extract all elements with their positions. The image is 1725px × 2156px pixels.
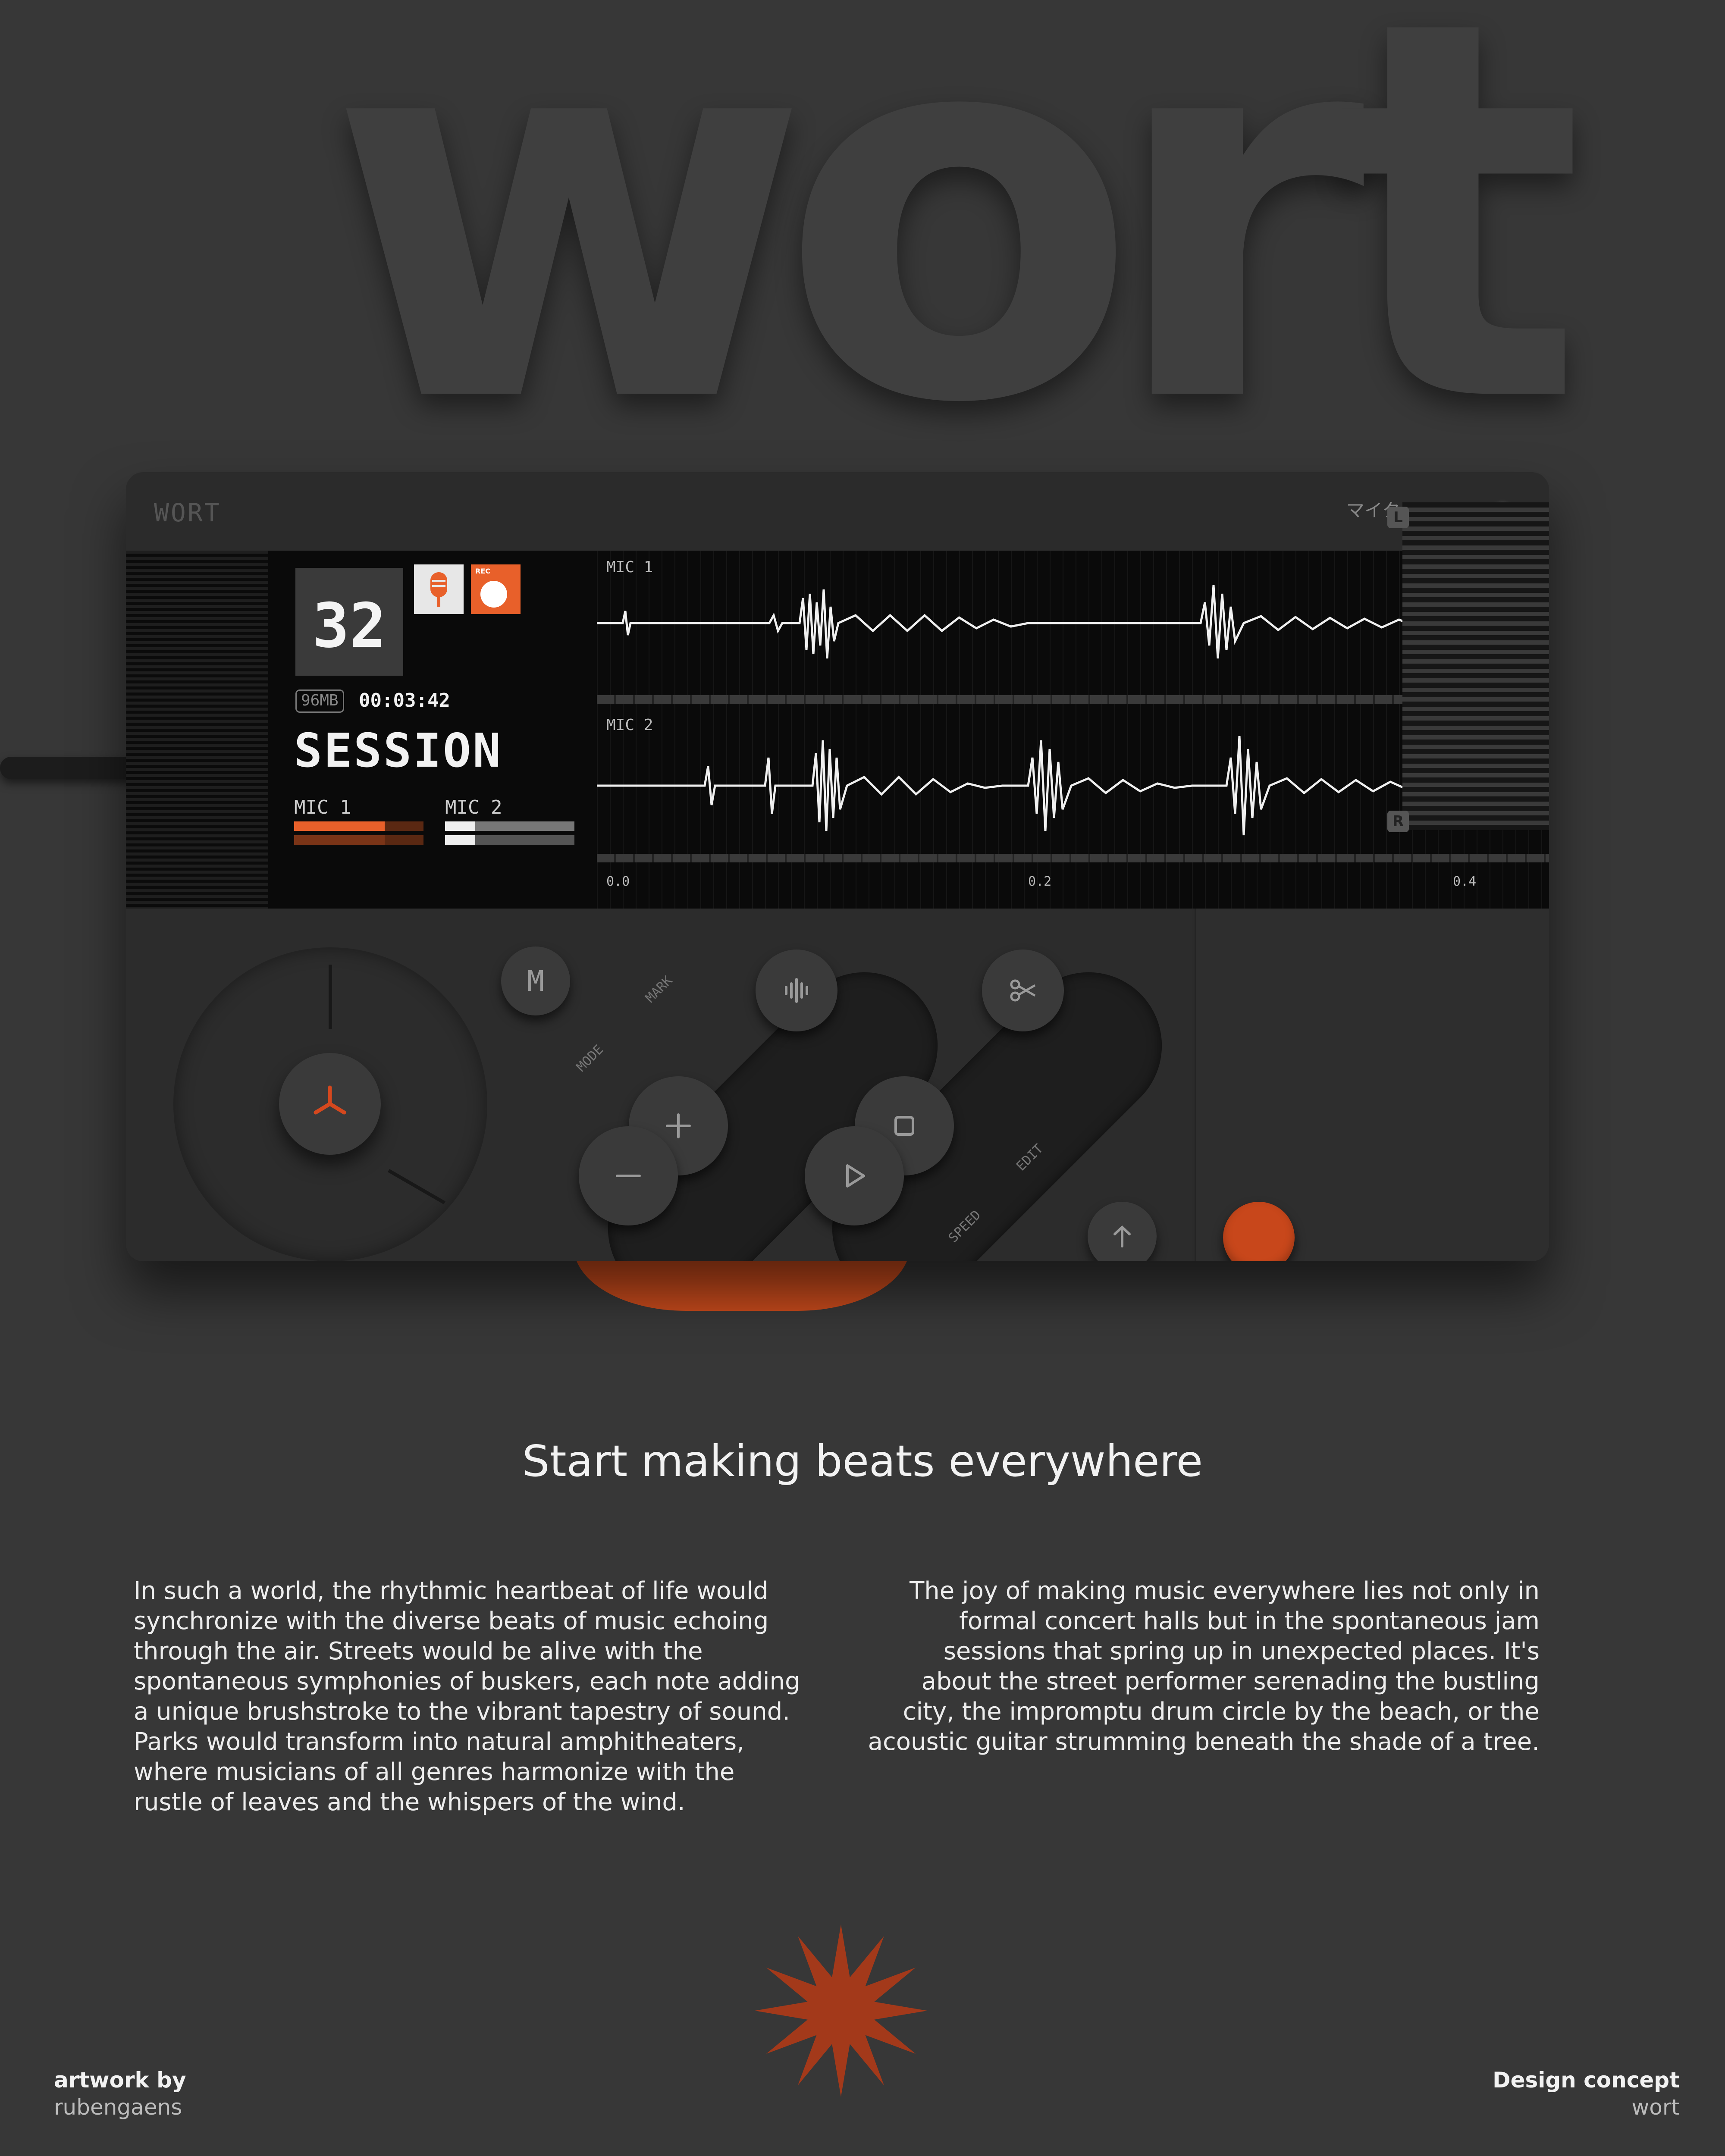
- headline: Start making beats everywhere: [522, 1436, 1203, 1486]
- mode-label: MODE: [574, 1042, 607, 1075]
- control-panel: M MODE MARK SPEED EDIT: [126, 909, 1192, 1261]
- cut-button[interactable]: [982, 950, 1064, 1031]
- usb-cable: [0, 757, 142, 779]
- mic-gain-slider[interactable]: L R: [1346, 489, 1549, 839]
- concept-name: wort: [1631, 2095, 1680, 2120]
- wort-device: WORT 32 REC 96MB 00:03:42 SESSION MIC 1 …: [126, 472, 1549, 1261]
- mic1-level-label: MIC 1: [294, 796, 351, 818]
- timeline-mark: 0.2: [1028, 874, 1052, 889]
- paragraph-left: In such a world, the rhythmic heartbeat …: [134, 1577, 800, 1816]
- mic-panel: [1195, 909, 1549, 1261]
- minus-button[interactable]: [579, 1126, 678, 1225]
- waveform-icon: [785, 978, 808, 1003]
- concept-label: Design concept: [1493, 2068, 1680, 2093]
- elapsed-time: 00:03:42: [359, 689, 450, 711]
- credit-name: rubengaens: [54, 2095, 182, 2120]
- session-title: SESSION: [294, 724, 503, 778]
- mic1-level-meter: [294, 821, 423, 831]
- slider-grille: [1402, 502, 1549, 830]
- timeline-mark: 0.0: [606, 874, 630, 889]
- beat-counter: 32: [295, 568, 403, 676]
- mark-button[interactable]: [756, 950, 837, 1031]
- minus-icon: [616, 1175, 641, 1177]
- speaker-grille: [126, 551, 268, 909]
- arrow-up-icon: [1113, 1225, 1131, 1247]
- rec-label: REC: [475, 567, 490, 575]
- jog-knob[interactable]: [279, 1053, 381, 1155]
- jog-tick: [329, 965, 332, 1029]
- device-brand: WORT: [154, 498, 221, 527]
- counter-value: 32: [312, 590, 386, 661]
- mic1-level-meter: [294, 835, 423, 845]
- m-button[interactable]: M: [501, 946, 570, 1015]
- mic2-level-meter: [445, 821, 574, 831]
- microphone-icon: [430, 572, 447, 607]
- paragraph-right: The joy of making music everywhere lies …: [868, 1577, 1540, 1756]
- tri-spoke-icon: [314, 1085, 346, 1115]
- device-screen: 32 REC 96MB 00:03:42 SESSION MIC 1 MIC 2…: [126, 551, 1549, 909]
- background-wordmark: wort: [328, 0, 1584, 517]
- starburst-icon: [755, 1924, 927, 2097]
- record-icon: [480, 581, 507, 608]
- mark-label: MARK: [643, 973, 676, 1006]
- scissors-icon: [1010, 979, 1036, 1002]
- play-button[interactable]: [805, 1126, 904, 1225]
- mic2-level-meter: [445, 835, 574, 845]
- storage-badge: 96MB: [295, 689, 344, 713]
- stop-icon: [894, 1116, 914, 1136]
- timeline-mark: 0.4: [1453, 874, 1477, 889]
- channel-left-chip: L: [1387, 507, 1409, 528]
- plus-icon: [666, 1113, 691, 1138]
- mic-toggle[interactable]: [414, 564, 464, 614]
- channel-right-chip: R: [1387, 811, 1409, 832]
- record-toggle[interactable]: REC: [471, 564, 521, 614]
- credit-label: artwork by: [54, 2068, 186, 2093]
- mic2-level-label: MIC 2: [445, 796, 502, 818]
- record-button[interactable]: [1223, 1202, 1295, 1261]
- shift-up-button[interactable]: [1088, 1202, 1157, 1261]
- play-icon: [846, 1164, 865, 1188]
